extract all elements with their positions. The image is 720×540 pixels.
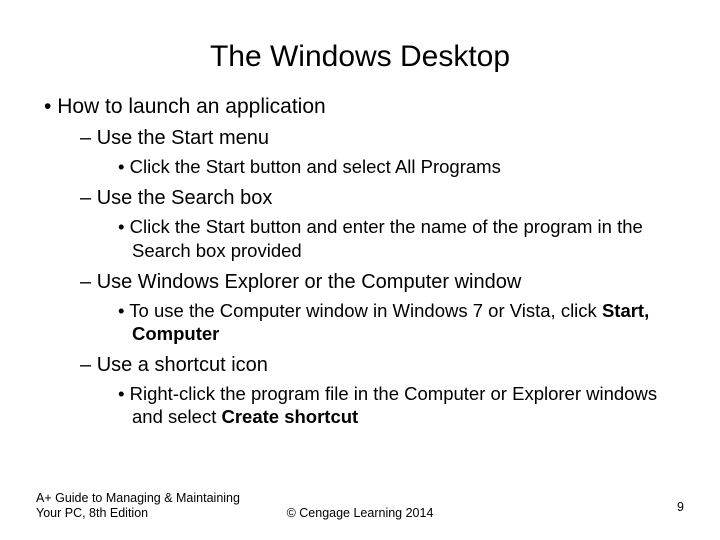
footer-copyright: © Cengage Learning 2014: [0, 506, 720, 520]
bullet-level2: Use a shortcut icon: [36, 353, 684, 378]
slide-title: The Windows Desktop: [36, 40, 684, 74]
footer-source-line1: A+ Guide to Managing & Maintaining: [36, 491, 240, 505]
page-number: 9: [677, 500, 684, 514]
bullet-level3: To use the Computer window in Windows 7 …: [36, 299, 684, 345]
bullet-text: Right-click the program file in the Comp…: [130, 383, 657, 427]
slide: The Windows Desktop How to launch an app…: [0, 0, 720, 540]
bullet-level3: Click the Start button and enter the nam…: [36, 215, 684, 261]
slide-content: How to launch an application Use the Sta…: [36, 94, 684, 428]
bullet-level1: How to launch an application: [36, 94, 684, 120]
bullet-text: To use the Computer window in Windows 7 …: [129, 300, 602, 321]
bullet-level3: Click the Start button and select All Pr…: [36, 155, 684, 178]
bold-text: Create shortcut: [221, 406, 358, 427]
bullet-level2: Use the Search box: [36, 186, 684, 211]
bullet-level3: Right-click the program file in the Comp…: [36, 382, 684, 428]
bullet-level2: Use Windows Explorer or the Computer win…: [36, 270, 684, 295]
bullet-level2: Use the Start menu: [36, 126, 684, 151]
